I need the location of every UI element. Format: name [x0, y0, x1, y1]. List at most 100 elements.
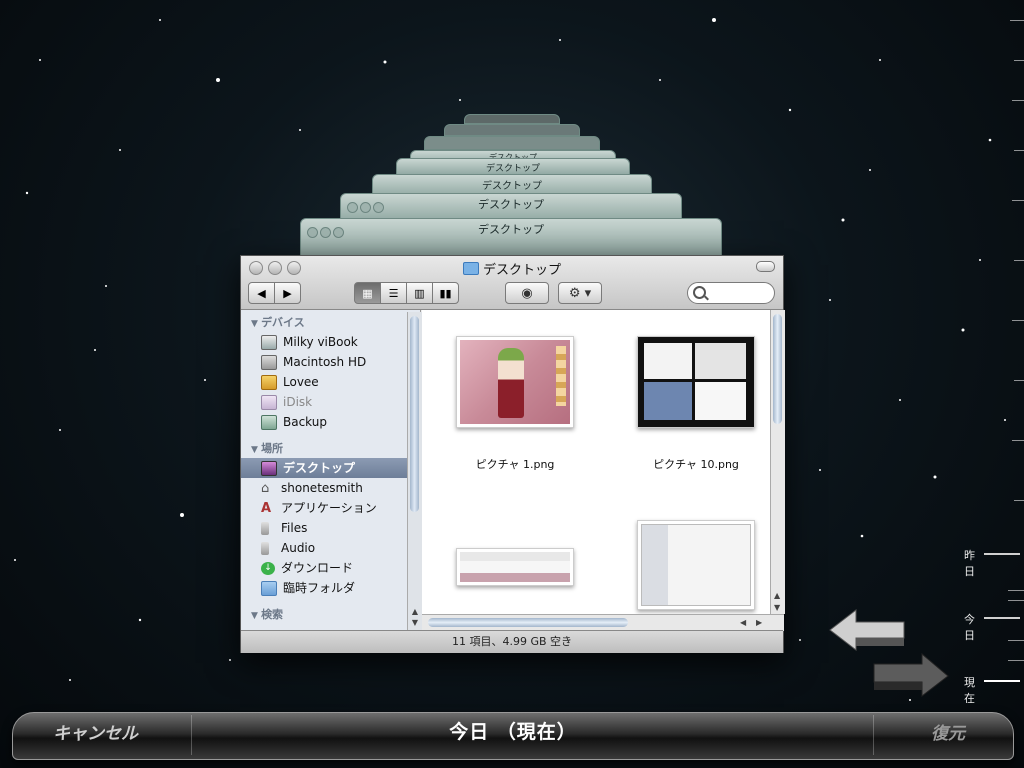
folder-icon — [261, 521, 269, 535]
view-mode-control: ▦ ☰ ▥ ▮▮ — [354, 282, 459, 304]
sidebar-scrollbar[interactable]: ▲ ▼ — [407, 312, 422, 630]
sidebar: デバイス Milky viBook Macintosh HD Lovee iDi… — [241, 310, 421, 630]
folder-icon — [261, 541, 269, 555]
timeline[interactable]: 昨日 今日 現在 — [964, 0, 1024, 705]
backup-window-title: デスクトップ — [482, 181, 542, 192]
status-bar: 11 項目、4.99 GB 空き — [241, 630, 783, 653]
applications-icon: A — [261, 500, 272, 516]
backup-window-stack-item[interactable]: デスクトップ — [300, 218, 722, 258]
sidebar-item-label: shonetesmith — [281, 481, 363, 495]
sidebar-item-applications[interactable]: A アプリケーション — [241, 498, 420, 518]
scroll-up-arrow[interactable]: ▲ — [774, 591, 780, 600]
timeline-label-yesterday[interactable]: 昨日 — [964, 547, 980, 579]
screenshot-image — [641, 524, 751, 606]
vertical-scroll-thumb[interactable] — [773, 314, 782, 424]
back-button[interactable]: ◀ — [248, 282, 275, 304]
file-name: ピクチャ 10.png — [653, 458, 739, 471]
backup-window-stack-item[interactable] — [424, 136, 600, 150]
eye-icon: ◉ — [521, 285, 533, 301]
anime-wallpaper-image — [460, 340, 570, 424]
coverflow-view-button[interactable]: ▮▮ — [432, 282, 459, 304]
gear-icon: ⚙ ▾ — [568, 285, 592, 301]
finder-window: デスクトップ ◀ ▶ ▦ ☰ ▥ ▮▮ ◉ ⚙ ▾ デバイス Milky viB… — [240, 255, 785, 653]
quick-look-button[interactable]: ◉ — [505, 282, 549, 304]
scroll-arrows[interactable]: ▲ ▼ — [408, 606, 422, 628]
forward-button[interactable]: ▶ — [274, 282, 301, 304]
horizontal-scroll-thumb[interactable] — [428, 618, 628, 627]
sidebar-item-audio[interactable]: Audio — [241, 538, 420, 558]
list-view-button[interactable]: ☰ — [380, 282, 407, 304]
backup-drive-icon — [261, 414, 277, 430]
desktop-icon — [261, 460, 277, 476]
sidebar-item-label: Milky viBook — [283, 335, 358, 349]
toolbar-toggle-button[interactable] — [756, 261, 775, 272]
time-machine-bottom-bar: キャンセル 今日 （現在） 復元 — [12, 712, 1014, 760]
sidebar-item-idisk[interactable]: iDisk — [241, 392, 420, 412]
file-item[interactable]: ピクチャ 1.png — [435, 336, 595, 472]
sidebar-item-label: Lovee — [283, 375, 319, 389]
timeline-label-today[interactable]: 今日 — [964, 611, 980, 643]
sidebar-item-milky-vibook[interactable]: Milky viBook — [241, 332, 420, 352]
sidebar-item-lovee[interactable]: Lovee — [241, 372, 420, 392]
sidebar-item-label: アプリケーション — [281, 501, 377, 515]
restore-button[interactable]: 復元 — [931, 719, 965, 744]
sidebar-item-files[interactable]: Files — [241, 518, 420, 538]
screenshot-image — [641, 340, 751, 424]
file-item[interactable] — [616, 520, 770, 610]
home-icon: ⌂ — [261, 480, 270, 496]
sidebar-heading-devices: デバイス — [251, 314, 420, 330]
search-input[interactable] — [687, 282, 775, 304]
scroll-down-arrow[interactable]: ▼ — [774, 603, 780, 612]
scroll-right-arrow[interactable]: ▶ — [756, 618, 762, 627]
window-title: デスクトップ — [482, 263, 561, 278]
backup-window-title: デスクトップ — [478, 223, 544, 236]
file-thumbnail — [637, 336, 755, 428]
current-date-label: 今日 （現在） — [449, 721, 577, 743]
sidebar-item-label: iDisk — [283, 395, 313, 409]
folder-icon — [261, 580, 277, 596]
sidebar-item-label: ダウンロード — [281, 561, 354, 575]
screenshot-image — [460, 552, 570, 582]
backup-window-stack-item[interactable] — [444, 124, 580, 136]
sidebar-item-backup[interactable]: Backup — [241, 412, 420, 432]
file-name: ピクチャ 1.png — [475, 458, 555, 471]
column-view-button[interactable]: ▥ — [406, 282, 433, 304]
hard-drive-icon — [261, 354, 277, 370]
file-icon-grid: ピクチャ 1.png ピクチャ 10.png — [422, 310, 770, 614]
backup-window-stack-item[interactable] — [464, 114, 560, 124]
sidebar-item-label: Backup — [283, 415, 327, 429]
action-menu-button[interactable]: ⚙ ▾ — [558, 282, 602, 304]
timeline-label-now[interactable]: 現在 — [964, 674, 980, 706]
sidebar-item-temp-folder[interactable]: 臨時フォルダ — [241, 578, 420, 598]
sidebar-item-downloads[interactable]: ↓ ダウンロード — [241, 558, 420, 578]
sidebar-item-macintosh-hd[interactable]: Macintosh HD — [241, 352, 420, 372]
sidebar-heading-places: 場所 — [251, 440, 420, 456]
sidebar-item-desktop[interactable]: デスクトップ — [241, 458, 420, 478]
sidebar-scroll-thumb[interactable] — [410, 316, 419, 512]
back-forward-control: ◀ ▶ — [248, 282, 301, 304]
sidebar-item-label: 臨時フォルダ — [283, 581, 356, 595]
icon-view-button[interactable]: ▦ — [354, 282, 381, 304]
file-item[interactable]: ピクチャ 10.png — [616, 336, 770, 472]
sidebar-item-home[interactable]: ⌂ shonetesmith — [241, 478, 420, 498]
file-item[interactable] — [435, 548, 595, 586]
sidebar-item-label: Audio — [281, 541, 316, 555]
file-thumbnail — [456, 548, 574, 586]
scroll-left-arrow[interactable]: ◀ — [740, 618, 746, 627]
content-horizontal-scrollbar[interactable]: ◀ ▶ — [422, 614, 784, 631]
laptop-icon — [261, 334, 277, 350]
file-thumbnail — [637, 520, 755, 610]
sidebar-item-label: デスクトップ — [283, 461, 356, 475]
folder-icon — [462, 262, 479, 275]
backup-window-title: デスクトップ — [485, 164, 540, 174]
backup-window-title: デスクトップ — [478, 198, 544, 211]
file-thumbnail — [456, 336, 574, 428]
window-toolbar: デスクトップ ◀ ▶ ▦ ☰ ▥ ▮▮ ◉ ⚙ ▾ — [241, 256, 783, 310]
content-vertical-scrollbar[interactable]: ▲ ▼ — [770, 310, 785, 614]
back-in-time-arrow-icon[interactable] — [826, 608, 906, 658]
downloads-icon: ↓ — [261, 561, 275, 575]
forward-in-time-arrow-icon[interactable] — [872, 652, 952, 702]
idisk-icon — [261, 394, 277, 410]
sidebar-item-label: Macintosh HD — [283, 355, 367, 369]
sidebar-item-label: Files — [281, 521, 308, 535]
